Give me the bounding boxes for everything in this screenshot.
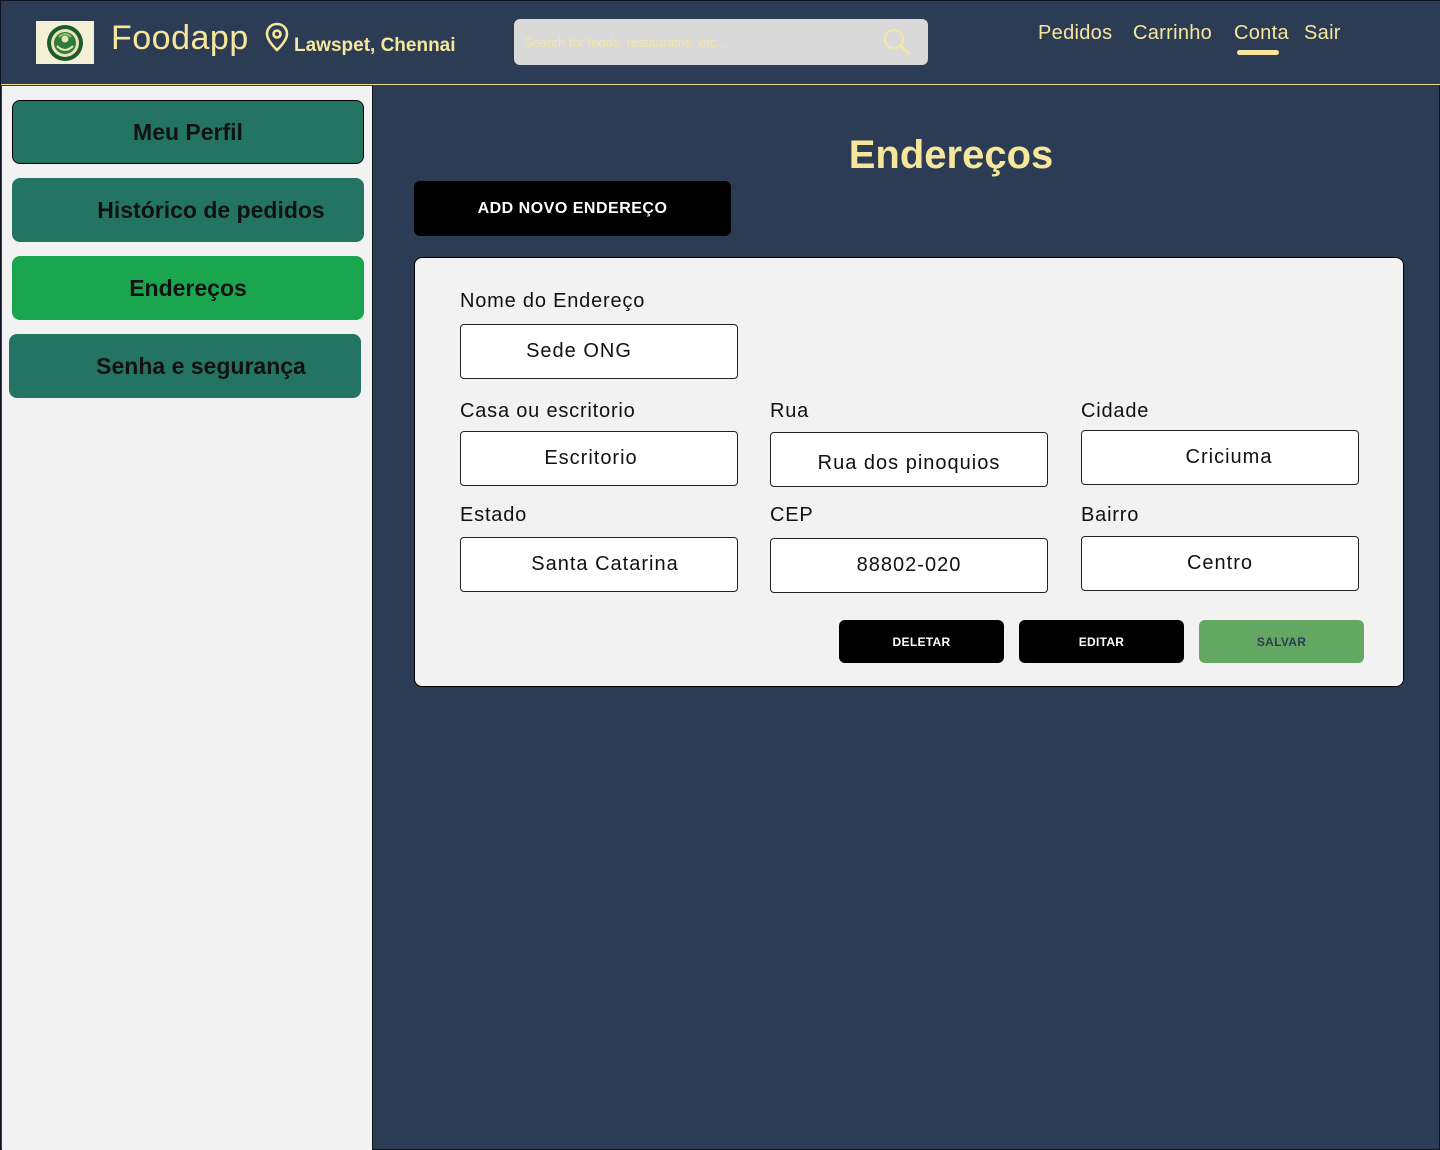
address-name-field[interactable]: Sede ONG bbox=[460, 324, 738, 379]
sidebar-item-historico[interactable]: Histórico de pedidos bbox=[12, 178, 364, 242]
search-input[interactable] bbox=[524, 29, 874, 55]
sidebar-item-label: Meu Perfil bbox=[133, 118, 243, 145]
brand-name[interactable]: Foodapp bbox=[111, 19, 249, 58]
app-window: Foodapp Lawspet, Chennai Pedidos Carrinh… bbox=[0, 0, 1440, 1150]
sidebar-item-label: Endereços bbox=[129, 274, 247, 301]
label-cep: CEP bbox=[770, 504, 814, 526]
search-bar bbox=[514, 19, 928, 65]
street-field[interactable]: Rua dos pinoquios bbox=[770, 432, 1048, 487]
sidebar-item-senha[interactable]: Senha e segurança bbox=[9, 334, 361, 398]
label-tipo: Casa ou escritorio bbox=[460, 400, 636, 422]
label-estado: Estado bbox=[460, 504, 528, 526]
active-nav-indicator bbox=[1237, 50, 1279, 55]
neighborhood-field[interactable]: Centro bbox=[1081, 536, 1359, 591]
page-title: Endereços bbox=[848, 133, 1054, 177]
location-pin-icon bbox=[265, 22, 289, 52]
current-location[interactable]: Lawspet, Chennai bbox=[294, 35, 456, 57]
brand-logo[interactable] bbox=[36, 21, 94, 64]
address-card: Nome do Endereço Sede ONG Casa ou escrit… bbox=[414, 257, 1404, 687]
state-field[interactable]: Santa Catarina bbox=[460, 537, 738, 592]
top-header: Foodapp Lawspet, Chennai Pedidos Carrinh… bbox=[1, 1, 1440, 85]
nav-pedidos[interactable]: Pedidos bbox=[1038, 22, 1112, 45]
label-cidade: Cidade bbox=[1081, 400, 1150, 422]
edit-button[interactable]: EDITAR bbox=[1019, 620, 1184, 663]
sidebar-item-label: Histórico de pedidos bbox=[97, 196, 325, 223]
label-rua: Rua bbox=[770, 400, 810, 422]
label-bairro: Bairro bbox=[1081, 504, 1140, 526]
save-button[interactable]: SALVAR bbox=[1199, 620, 1364, 663]
search-icon[interactable] bbox=[881, 26, 913, 58]
add-address-button[interactable]: ADD NOVO ENDEREÇO bbox=[414, 181, 731, 236]
city-field[interactable]: Criciuma bbox=[1081, 430, 1359, 485]
nav-carrinho[interactable]: Carrinho bbox=[1133, 22, 1212, 45]
label-nome: Nome do Endereço bbox=[460, 290, 646, 312]
nav-conta[interactable]: Conta bbox=[1234, 22, 1289, 45]
sidebar-item-meu-perfil[interactable]: Meu Perfil bbox=[12, 100, 364, 164]
logo-emblem-icon bbox=[47, 24, 83, 61]
sidebar-item-label: Senha e segurança bbox=[96, 352, 306, 379]
account-sidebar: Meu Perfil Histórico de pedidos Endereço… bbox=[2, 86, 373, 1150]
nav-sair[interactable]: Sair bbox=[1304, 22, 1341, 45]
cep-field[interactable]: 88802-020 bbox=[770, 538, 1048, 593]
address-type-field[interactable]: Escritorio bbox=[460, 431, 738, 486]
delete-button[interactable]: DELETAR bbox=[839, 620, 1004, 663]
sidebar-item-enderecos[interactable]: Endereços bbox=[12, 256, 364, 320]
